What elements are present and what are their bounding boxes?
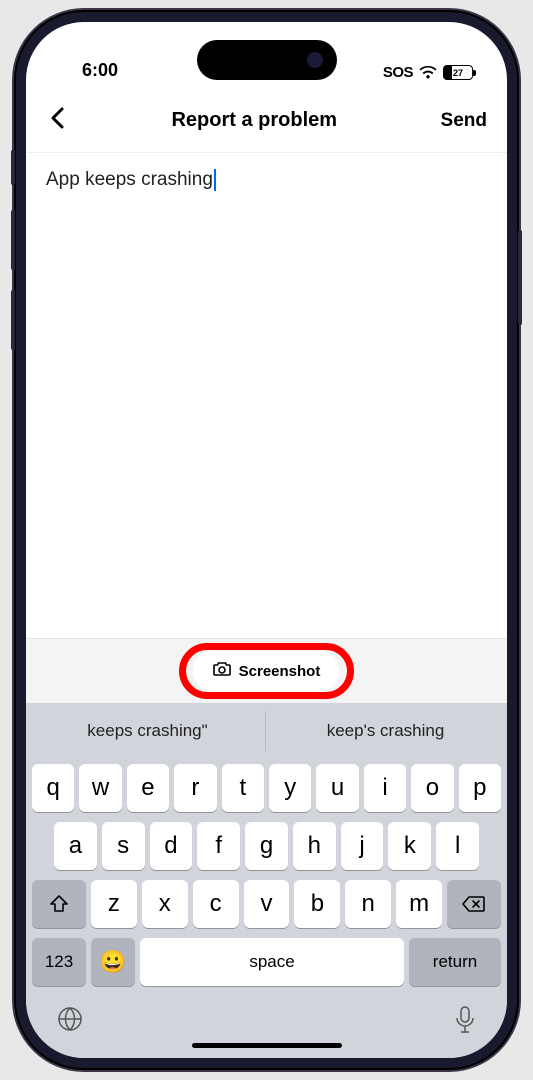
key-n[interactable]: n <box>345 880 391 928</box>
home-indicator[interactable] <box>192 1043 342 1048</box>
report-text-area[interactable]: App keeps crashing <box>26 153 507 638</box>
text-cursor <box>214 169 216 191</box>
suggestion-1[interactable]: keeps crashing" <box>30 711 266 751</box>
page-title: Report a problem <box>171 109 337 132</box>
mic-icon[interactable] <box>453 1005 477 1040</box>
screenshot-label: Screenshot <box>239 663 321 680</box>
key-e[interactable]: e <box>127 764 169 812</box>
key-w[interactable]: w <box>79 764 121 812</box>
camera-icon <box>213 661 231 681</box>
battery-icon: 27 <box>443 65 473 80</box>
numbers-key[interactable]: 123 <box>32 938 86 986</box>
key-k[interactable]: k <box>388 822 431 870</box>
dynamic-island <box>197 40 337 80</box>
key-s[interactable]: s <box>102 822 145 870</box>
phone-frame: 6:00 SOS 27 Report a problem Send App <box>14 10 519 1070</box>
screen: 6:00 SOS 27 Report a problem Send App <box>26 22 507 1058</box>
screenshot-button[interactable]: Screenshot <box>193 651 341 691</box>
key-r[interactable]: r <box>174 764 216 812</box>
keyboard-bottom-bar <box>26 991 507 1040</box>
volume-down-button <box>11 290 15 350</box>
power-button <box>518 230 522 325</box>
shift-key[interactable] <box>32 880 86 928</box>
keyboard: keeps crashing" keep's crashing qwertyui… <box>26 703 507 1058</box>
back-button[interactable] <box>46 103 68 138</box>
key-p[interactable]: p <box>459 764 501 812</box>
wifi-icon <box>419 66 437 80</box>
key-l[interactable]: l <box>436 822 479 870</box>
sos-indicator: SOS <box>383 64 413 81</box>
key-g[interactable]: g <box>245 822 288 870</box>
battery-level: 27 <box>444 68 472 78</box>
key-d[interactable]: d <box>150 822 193 870</box>
key-h[interactable]: h <box>293 822 336 870</box>
suggestion-bar: keeps crashing" keep's crashing <box>26 703 507 759</box>
key-q[interactable]: q <box>32 764 74 812</box>
return-key[interactable]: return <box>409 938 501 986</box>
space-key[interactable]: space <box>140 938 404 986</box>
key-a[interactable]: a <box>54 822 97 870</box>
globe-icon[interactable] <box>56 1005 84 1040</box>
suggestion-2[interactable]: keep's crashing <box>268 711 503 751</box>
key-j[interactable]: j <box>341 822 384 870</box>
send-button[interactable]: Send <box>441 110 487 132</box>
key-v[interactable]: v <box>244 880 290 928</box>
key-o[interactable]: o <box>411 764 453 812</box>
emoji-key[interactable]: 😀 <box>91 938 135 986</box>
key-t[interactable]: t <box>222 764 264 812</box>
screenshot-toolbar: Screenshot <box>26 638 507 703</box>
key-f[interactable]: f <box>197 822 240 870</box>
key-m[interactable]: m <box>396 880 442 928</box>
status-icons: SOS 27 <box>383 64 479 81</box>
nav-header: Report a problem Send <box>26 87 507 153</box>
key-y[interactable]: y <box>269 764 311 812</box>
silence-switch <box>11 150 15 185</box>
report-input-text: App keeps crashing <box>46 169 213 191</box>
key-z[interactable]: z <box>91 880 137 928</box>
status-time: 6:00 <box>54 60 118 81</box>
key-x[interactable]: x <box>142 880 188 928</box>
volume-up-button <box>11 210 15 270</box>
key-b[interactable]: b <box>294 880 340 928</box>
key-u[interactable]: u <box>316 764 358 812</box>
key-i[interactable]: i <box>364 764 406 812</box>
key-c[interactable]: c <box>193 880 239 928</box>
backspace-key[interactable] <box>447 880 501 928</box>
